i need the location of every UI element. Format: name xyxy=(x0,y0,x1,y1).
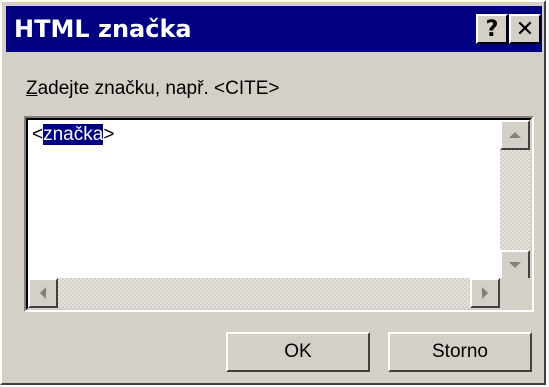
horizontal-scrollbar[interactable] xyxy=(28,278,500,308)
scroll-right-button[interactable] xyxy=(470,278,500,308)
scroll-down-arrow-icon xyxy=(509,262,521,268)
close-button[interactable]: ✕ xyxy=(509,14,541,44)
prompt-accelerator: Z xyxy=(26,78,38,99)
scroll-up-arrow-icon xyxy=(509,132,521,138)
vertical-scrollbar[interactable] xyxy=(500,120,530,280)
tag-editor-frame: <značka> xyxy=(26,118,532,310)
selected-tag-text[interactable]: značka xyxy=(43,124,104,145)
title-bar[interactable]: HTML značka ? ✕ xyxy=(6,6,542,52)
window-title: HTML značka xyxy=(14,15,192,43)
ok-button[interactable]: OK xyxy=(226,332,370,372)
scroll-left-arrow-icon xyxy=(40,287,46,299)
close-bracket: > xyxy=(103,124,115,145)
prompt-text: adejte značku, např. <CITE> xyxy=(37,78,280,99)
help-icon: ? xyxy=(485,16,499,42)
scroll-down-button[interactable] xyxy=(500,250,530,280)
html-tag-dialog: HTML značka ? ✕ Zadejte značku, např. <C… xyxy=(0,0,546,385)
close-icon: ✕ xyxy=(515,16,535,42)
tag-editor-content[interactable]: <značka> xyxy=(32,122,114,148)
scroll-left-button[interactable] xyxy=(28,278,58,308)
tag-editor[interactable]: <značka> xyxy=(24,116,534,312)
prompt-label: Zadejte značku, např. <CITE> xyxy=(26,78,279,100)
scrollbar-corner xyxy=(500,278,530,308)
open-bracket: < xyxy=(32,124,44,145)
help-button[interactable]: ? xyxy=(476,14,508,44)
scroll-up-button[interactable] xyxy=(500,120,530,150)
cancel-button[interactable]: Storno xyxy=(388,332,532,372)
scroll-right-arrow-icon xyxy=(482,287,488,299)
